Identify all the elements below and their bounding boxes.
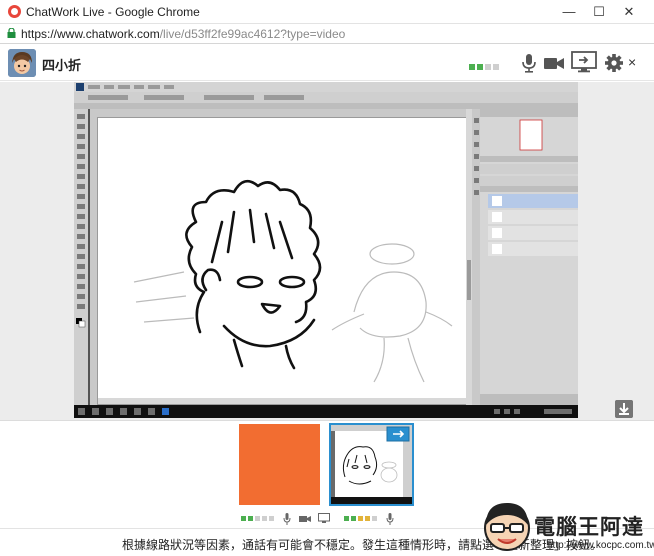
window-title: ChatWork Live - Google Chrome bbox=[26, 5, 200, 19]
lock-icon bbox=[7, 28, 16, 38]
main-video-stage bbox=[0, 82, 654, 420]
signal-bar bbox=[255, 516, 260, 522]
signal-bar bbox=[477, 64, 483, 70]
chatwork-live-header: 四小折 × bbox=[0, 45, 654, 81]
watermark-text: 電腦王阿達 bbox=[534, 516, 644, 539]
window-titlebar: ChatWork Live - Google Chrome — ☐ ✕ bbox=[0, 0, 654, 24]
microphone-icon[interactable] bbox=[518, 53, 540, 73]
avatar-image-icon bbox=[8, 49, 36, 77]
room-name: 四小折 bbox=[42, 58, 82, 73]
screen-share-icon[interactable] bbox=[571, 51, 597, 73]
microphone-icon[interactable] bbox=[283, 512, 291, 525]
signal-bar bbox=[351, 516, 356, 522]
close-window-button[interactable]: ✕ bbox=[614, 2, 644, 22]
thumbnail-controls-orange bbox=[241, 511, 331, 525]
mascot-logo-icon bbox=[484, 503, 530, 551]
microphone-icon[interactable] bbox=[386, 512, 394, 525]
gear-icon[interactable] bbox=[603, 53, 625, 73]
thumbnail-screen-image bbox=[331, 425, 412, 504]
signal-bar bbox=[469, 64, 475, 70]
shared-screen-view[interactable] bbox=[74, 82, 578, 418]
watermark-url: http://www.kocpc.com.tw bbox=[547, 540, 654, 551]
download-arrow-icon[interactable] bbox=[615, 400, 633, 418]
participant-thumbnail-orange[interactable] bbox=[239, 424, 320, 505]
url-text[interactable]: https://www.chatwork.com/live/d53ff2fe99… bbox=[21, 27, 345, 41]
camera-icon[interactable] bbox=[543, 53, 565, 73]
screen-share-icon[interactable] bbox=[318, 513, 331, 524]
shared-screen-image bbox=[74, 82, 578, 418]
url-path: /live/d53ff2fe99ac4612?type=video bbox=[159, 27, 346, 41]
signal-bar bbox=[269, 516, 274, 522]
participant-thumbnail-screen[interactable] bbox=[329, 423, 414, 506]
maximize-button[interactable]: ☐ bbox=[584, 2, 614, 22]
thumbnail-controls-screen bbox=[344, 511, 394, 525]
site-watermark: 電腦王阿達 http://www.kocpc.com.tw bbox=[478, 497, 654, 555]
url-host: https://www.chatwork.com bbox=[21, 27, 160, 41]
signal-bar bbox=[262, 516, 267, 522]
signal-bar bbox=[485, 64, 491, 70]
connection-quality-indicator bbox=[469, 59, 501, 70]
signal-bar bbox=[493, 64, 499, 70]
signal-bar bbox=[365, 516, 370, 522]
signal-bar bbox=[358, 516, 363, 522]
signal-bar bbox=[344, 516, 349, 522]
signal-bar bbox=[248, 516, 253, 522]
signal-bar bbox=[372, 516, 377, 522]
close-live-button[interactable]: × bbox=[628, 54, 636, 70]
signal-bar bbox=[241, 516, 246, 522]
chatwork-app-icon bbox=[8, 5, 21, 18]
minimize-button[interactable]: — bbox=[554, 2, 584, 22]
camera-icon[interactable] bbox=[298, 514, 311, 524]
address-bar[interactable]: https://www.chatwork.com/live/d53ff2fe99… bbox=[0, 24, 654, 44]
avatar[interactable] bbox=[8, 49, 36, 77]
